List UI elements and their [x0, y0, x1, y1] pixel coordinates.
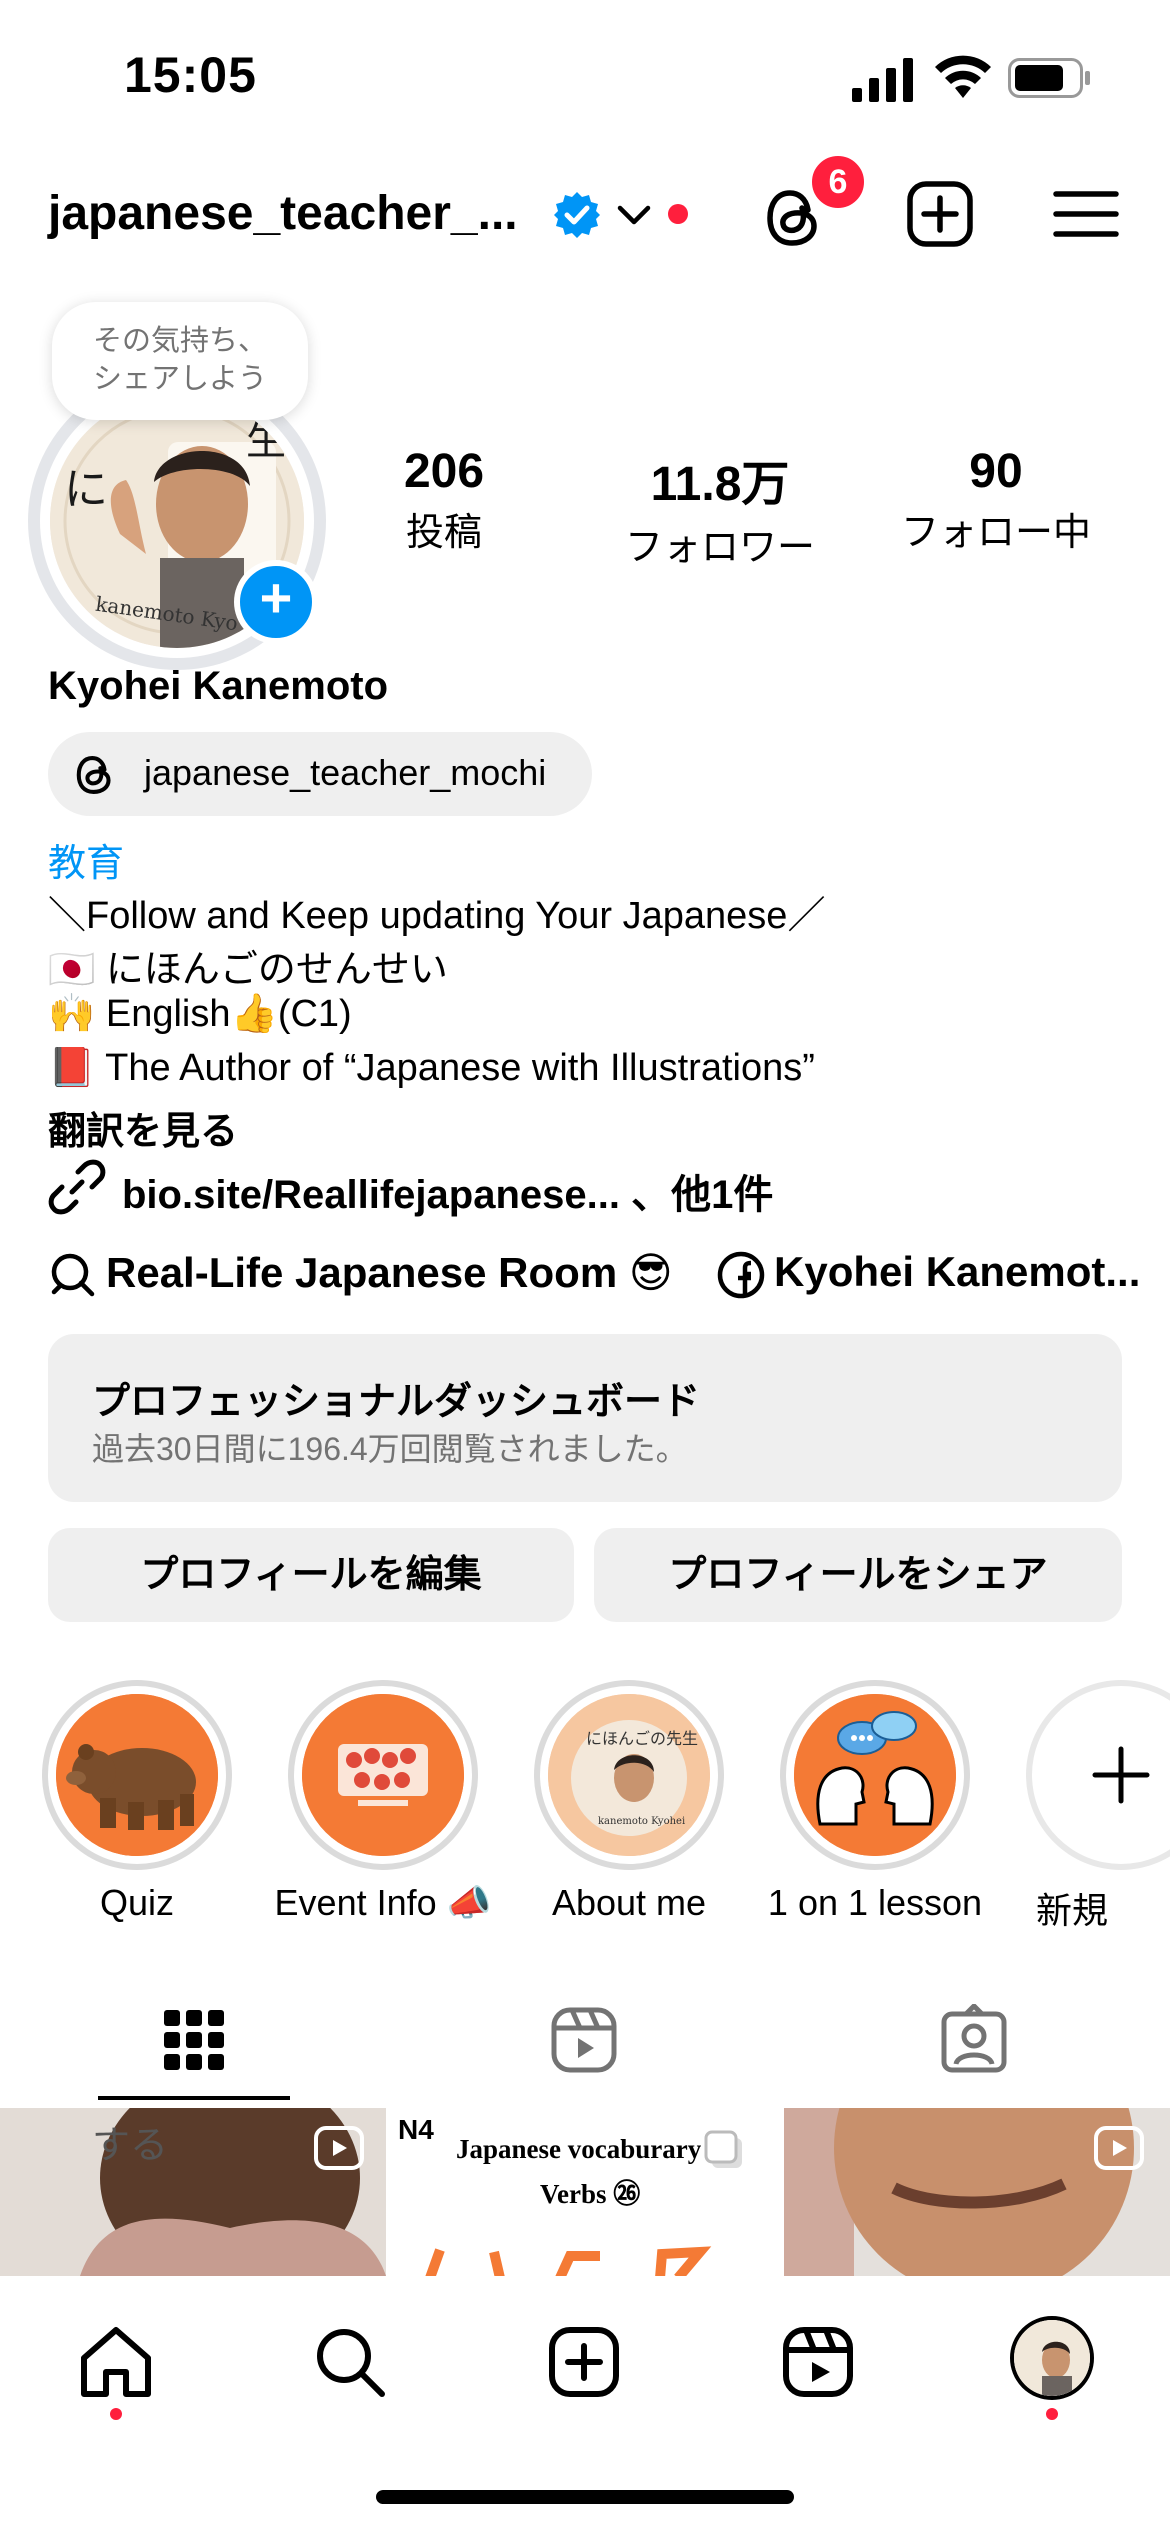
- highlight-new-button[interactable]: [1026, 1680, 1170, 1870]
- note-bubble-line: その気持ち、: [92, 325, 267, 357]
- verified-badge-icon: [554, 192, 600, 238]
- home-indicator: [376, 2490, 794, 2504]
- svg-text:に: に: [64, 464, 108, 515]
- plus-icon: [1092, 1746, 1150, 1804]
- stat-label: 投稿: [405, 512, 482, 554]
- profile-category: 教育: [48, 843, 125, 885]
- stat-value: 90: [969, 445, 1023, 498]
- highlight-label: Quiz: [99, 1882, 175, 1923]
- dashboard-subtitle: 過去30日間に196.4万回閲覧されました。: [92, 1431, 688, 1467]
- highlight-quiz[interactable]: [42, 1680, 232, 1870]
- menu-icon[interactable]: [1052, 180, 1120, 248]
- link-icon: [48, 1159, 106, 1215]
- stat-label: フォロー中: [900, 512, 1091, 554]
- highlight-lesson[interactable]: [780, 1680, 970, 1870]
- threads-handle: japanese_teacher_mochi: [144, 752, 547, 793]
- broadcast-channel-link[interactable]: Real-Life Japanese Room 😎: [106, 1248, 673, 1297]
- carousel-icon: [704, 2130, 742, 2168]
- share-profile-button[interactable]: プロフィールをシェア: [594, 1528, 1122, 1622]
- active-tab-indicator: [98, 2096, 290, 2100]
- reels-tab-icon[interactable]: [548, 2004, 620, 2076]
- highlight-label: About me: [551, 1882, 707, 1923]
- create-nav-icon[interactable]: [544, 2322, 624, 2402]
- threads-notification-badge: 6: [808, 152, 868, 212]
- highlight-about-me[interactable]: にほんごの先生 kanemoto Kyohei: [534, 1680, 724, 1870]
- profile-nav-avatar[interactable]: [1010, 2316, 1094, 2400]
- highlight-label: 1 on 1 lesson: [767, 1882, 983, 1923]
- stat-value: 11.8万: [650, 458, 790, 511]
- note-bubble[interactable]: その気持ち、 シェアしよう: [52, 302, 308, 420]
- edit-profile-button[interactable]: プロフィールを編集: [48, 1528, 574, 1622]
- cellular-signal-icon: [852, 58, 913, 102]
- tile-title-line: Japanese vocaburary: [456, 2134, 702, 2164]
- threads-profile-chip[interactable]: japanese_teacher_mochi: [48, 732, 592, 816]
- post-thumbnail[interactable]: する: [0, 2108, 386, 2276]
- status-time: 15:05: [124, 47, 257, 103]
- see-translation-link[interactable]: 翻訳を見る: [48, 1100, 238, 1155]
- home-notification-dot: [110, 2408, 122, 2420]
- facebook-profile-link[interactable]: Kyohei Kanemot...: [774, 1248, 1140, 1296]
- stat-posts[interactable]: 206 投稿: [294, 444, 594, 556]
- bio-line: 🇯🇵 にほんごのせんせい: [48, 949, 448, 991]
- threads-icon: [76, 756, 111, 794]
- note-bubble-line: シェアしよう: [92, 363, 267, 395]
- about-me-photo: にほんごの先生 kanemoto Kyohei: [548, 1694, 710, 1856]
- profile-username[interactable]: japanese_teacher_...: [48, 186, 518, 241]
- post-thumbnail[interactable]: N4 Japanese vocaburary Verbs ㉖: [390, 2108, 780, 2276]
- bio-link[interactable]: bio.site/Reallifejapanese... 、他1件: [122, 1162, 773, 1220]
- highlight-event-info[interactable]: [288, 1680, 478, 1870]
- account-notification-dot: [668, 204, 688, 224]
- svg-text:にほんごの先生: にほんごの先生: [586, 1729, 698, 1748]
- bio-line: 📕 The Author of “Japanese with Illustrat…: [48, 1047, 815, 1089]
- tagged-tab-icon[interactable]: [938, 2004, 1010, 2076]
- reels-nav-icon[interactable]: [778, 2322, 858, 2402]
- chevron-down-icon[interactable]: [616, 200, 652, 230]
- grid-tab-icon[interactable]: [158, 2004, 230, 2076]
- battery-icon: [1008, 58, 1090, 98]
- post-thumbnail[interactable]: [784, 2108, 1170, 2276]
- stat-following[interactable]: 90 フォロー中: [846, 444, 1146, 556]
- channel-chat-icon: [51, 1253, 95, 1297]
- stat-followers[interactable]: 11.8万 フォロワー: [570, 444, 870, 571]
- bio-line: 🙌 English👍(C1): [48, 993, 352, 1035]
- profile-notification-dot: [1046, 2408, 1058, 2420]
- highlight-label: 新規: [1036, 1890, 1109, 1931]
- svg-text:する: する: [92, 2123, 168, 2167]
- dashboard-title: プロフェッショナルダッシュボード: [92, 1381, 701, 1423]
- jlpt-level-label: N4: [398, 2114, 434, 2145]
- search-nav-icon[interactable]: [310, 2322, 390, 2402]
- create-plus-icon[interactable]: [906, 180, 974, 248]
- wifi-icon: [935, 55, 991, 98]
- event-crowd-illustration: [302, 1694, 464, 1856]
- facebook-icon: [717, 1251, 765, 1299]
- profile-full-name: Kyohei Kanemoto: [48, 664, 389, 708]
- home-nav-icon[interactable]: [76, 2322, 156, 2402]
- highlight-label: Event Info 📣: [274, 1882, 492, 1923]
- bio-line: ＼Follow and Keep updating Your Japanese／: [48, 895, 826, 937]
- tile-title-line: Verbs ㉖: [540, 2179, 641, 2209]
- conversation-illustration: [794, 1694, 956, 1856]
- stat-value: 206: [403, 445, 485, 498]
- svg-text:kanemoto Kyohei: kanemoto Kyohei: [598, 1816, 685, 1827]
- stat-label: フォロワー: [624, 527, 815, 569]
- add-story-button[interactable]: +: [234, 560, 318, 644]
- bear-illustration: [56, 1694, 218, 1856]
